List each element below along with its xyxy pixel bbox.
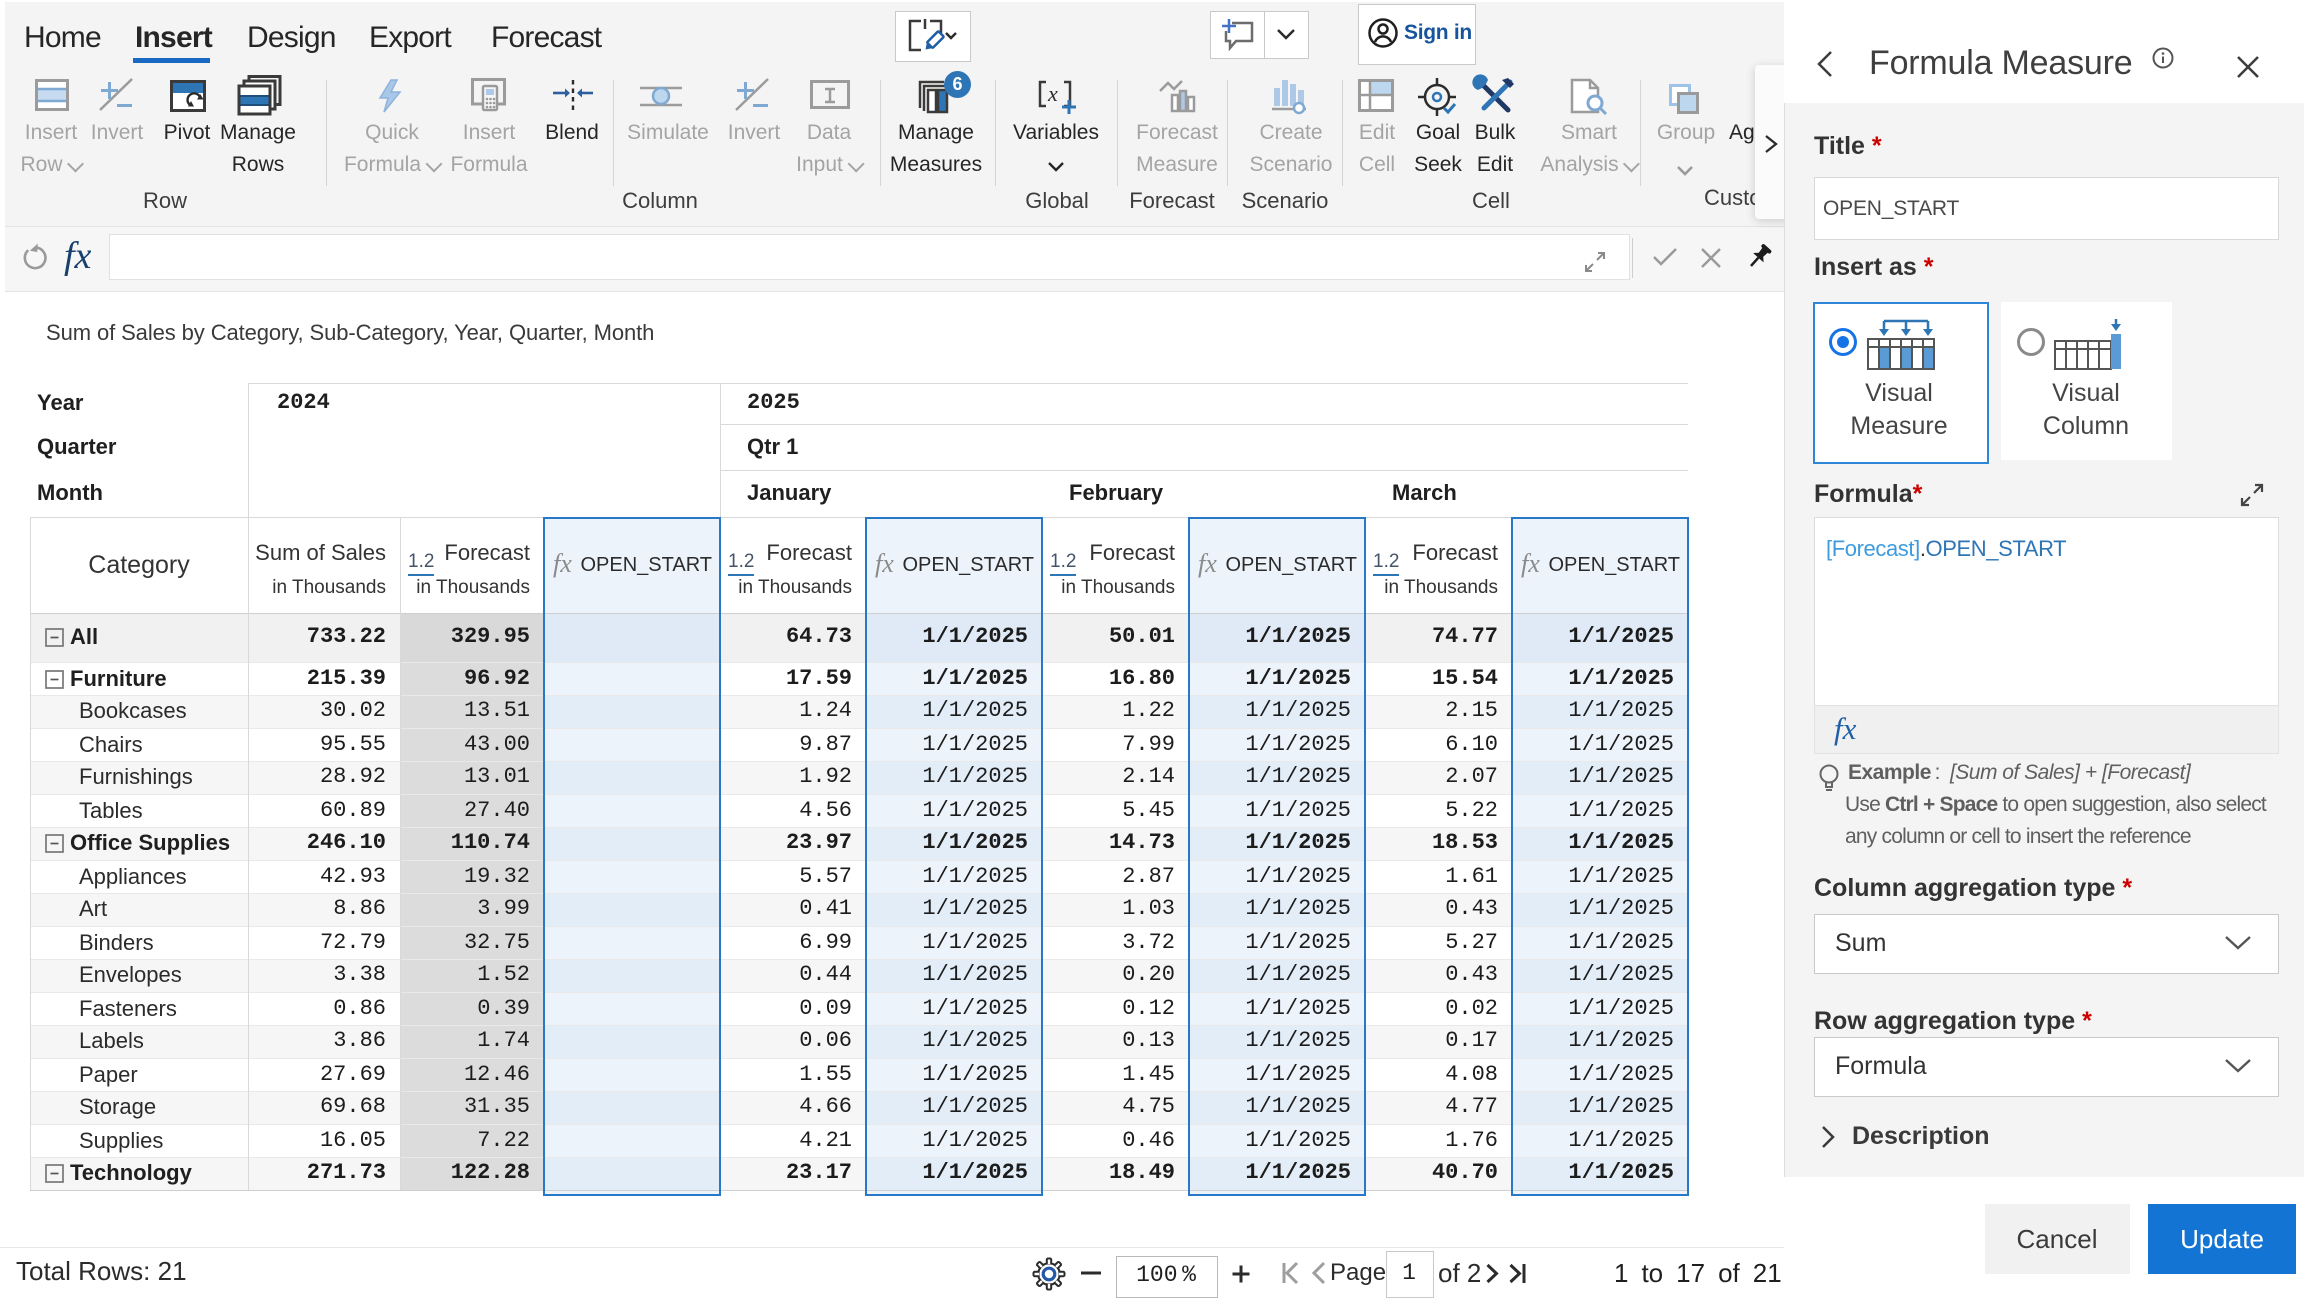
svg-text:x: x <box>1047 81 1058 106</box>
